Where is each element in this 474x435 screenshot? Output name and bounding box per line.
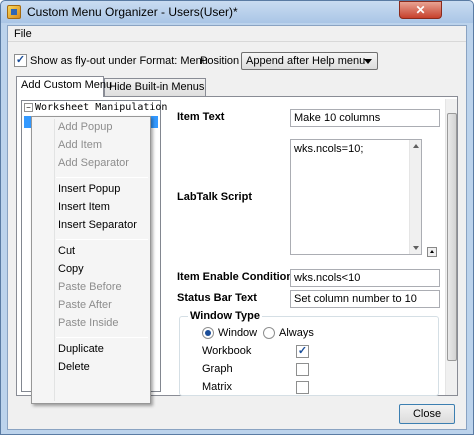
ctx-delete[interactable]: Delete <box>58 361 90 379</box>
graph-label: Graph <box>202 363 233 375</box>
tree-context-menu: Add Popup Add Item Add Separator Insert … <box>31 116 151 404</box>
ctx-paste-inside[interactable]: Paste Inside <box>58 317 119 335</box>
ctx-separator <box>56 337 148 338</box>
panel-scroll-thumb[interactable] <box>447 113 457 361</box>
position-dropdown[interactable]: Append after Help menu <box>241 52 378 70</box>
item-text-input[interactable]: Make 10 columns <box>290 109 440 127</box>
tree-root-item[interactable]: − Worksheet Manipulation <box>24 102 167 113</box>
tree-root-label: Worksheet Manipulation <box>35 102 168 113</box>
labtalk-script-text: wks.ncols=10; <box>294 143 364 155</box>
position-label: Position <box>200 55 240 67</box>
menu-bar: File <box>8 26 466 42</box>
ctx-add-popup[interactable]: Add Popup <box>58 121 112 139</box>
script-scrollbar[interactable] <box>409 140 421 254</box>
ctx-insert-separator[interactable]: Insert Separator <box>58 219 137 237</box>
radio-window-label: Window <box>218 327 258 339</box>
position-dropdown-value: Append after Help menu <box>246 55 366 67</box>
custom-menu-organizer-window: Custom Menu Organizer - Users(User)* ✕ F… <box>0 0 474 435</box>
graph-checkbox[interactable] <box>296 363 309 376</box>
ctx-paste-after[interactable]: Paste After <box>58 299 112 317</box>
item-properties-form: Item Text Make 10 columns LabTalk Script… <box>173 109 453 396</box>
matrix-label: Matrix <box>202 381 232 393</box>
ctx-cut[interactable]: Cut <box>58 245 75 263</box>
chevron-down-icon <box>364 59 372 64</box>
ctx-insert-popup[interactable]: Insert Popup <box>58 183 120 201</box>
app-icon <box>7 5 21 19</box>
status-bar-text-label: Status Bar Text <box>177 292 257 304</box>
window-close-button[interactable]: ✕ <box>399 1 442 19</box>
tab-add-custom-menu[interactable]: Add Custom Menu <box>16 76 112 97</box>
expand-script-button[interactable] <box>427 247 437 257</box>
window-type-group: Window Type Window Always Workbook ✓ Gra… <box>179 310 439 396</box>
item-text-label: Item Text <box>177 111 225 123</box>
radio-always-label: Always <box>279 327 314 339</box>
title-bar[interactable]: Custom Menu Organizer - Users(User)* ✕ <box>1 1 473 23</box>
scroll-up-icon[interactable] <box>413 144 419 148</box>
ctx-insert-item[interactable]: Insert Item <box>58 201 110 219</box>
labtalk-script-textarea[interactable]: wks.ncols=10; <box>290 139 422 255</box>
ctx-add-separator[interactable]: Add Separator <box>58 157 129 175</box>
ctx-separator <box>56 239 148 240</box>
context-menu-gutter <box>54 119 55 401</box>
close-button[interactable]: Close <box>399 404 455 424</box>
ctx-copy[interactable]: Copy <box>58 263 84 281</box>
scroll-down-icon[interactable] <box>413 246 419 250</box>
flyout-check-mark: ✓ <box>15 54 26 66</box>
tab-hide-built-in-menus[interactable]: Hide Built-in Menus <box>104 78 206 96</box>
ctx-paste-before[interactable]: Paste Before <box>58 281 122 299</box>
flyout-checkbox[interactable]: ✓ <box>14 54 27 67</box>
matrix-checkbox[interactable] <box>296 381 309 394</box>
window-title: Custom Menu Organizer - Users(User)* <box>27 5 238 19</box>
workbook-label: Workbook <box>202 345 252 357</box>
workbook-checkbox[interactable]: ✓ <box>296 345 309 358</box>
enable-condition-input[interactable]: wks.ncols<10 <box>290 269 440 287</box>
window-type-title: Window Type <box>188 310 262 322</box>
flyout-label: Show as fly-out under Format: Menu <box>30 55 208 67</box>
status-bar-text-input[interactable]: Set column number to 10 <box>290 290 440 308</box>
labtalk-script-label: LabTalk Script <box>177 191 252 203</box>
ctx-duplicate[interactable]: Duplicate <box>58 343 104 361</box>
menu-file[interactable]: File <box>14 28 32 40</box>
ctx-separator <box>56 177 148 178</box>
ctx-add-item[interactable]: Add Item <box>58 139 102 157</box>
radio-always[interactable] <box>263 327 275 339</box>
radio-window[interactable] <box>202 327 214 339</box>
workbook-check-mark: ✓ <box>297 345 308 357</box>
enable-condition-label: Item Enable Condition <box>177 271 294 283</box>
panel-scrollbar[interactable] <box>445 99 457 395</box>
collapse-icon[interactable]: − <box>24 102 33 112</box>
